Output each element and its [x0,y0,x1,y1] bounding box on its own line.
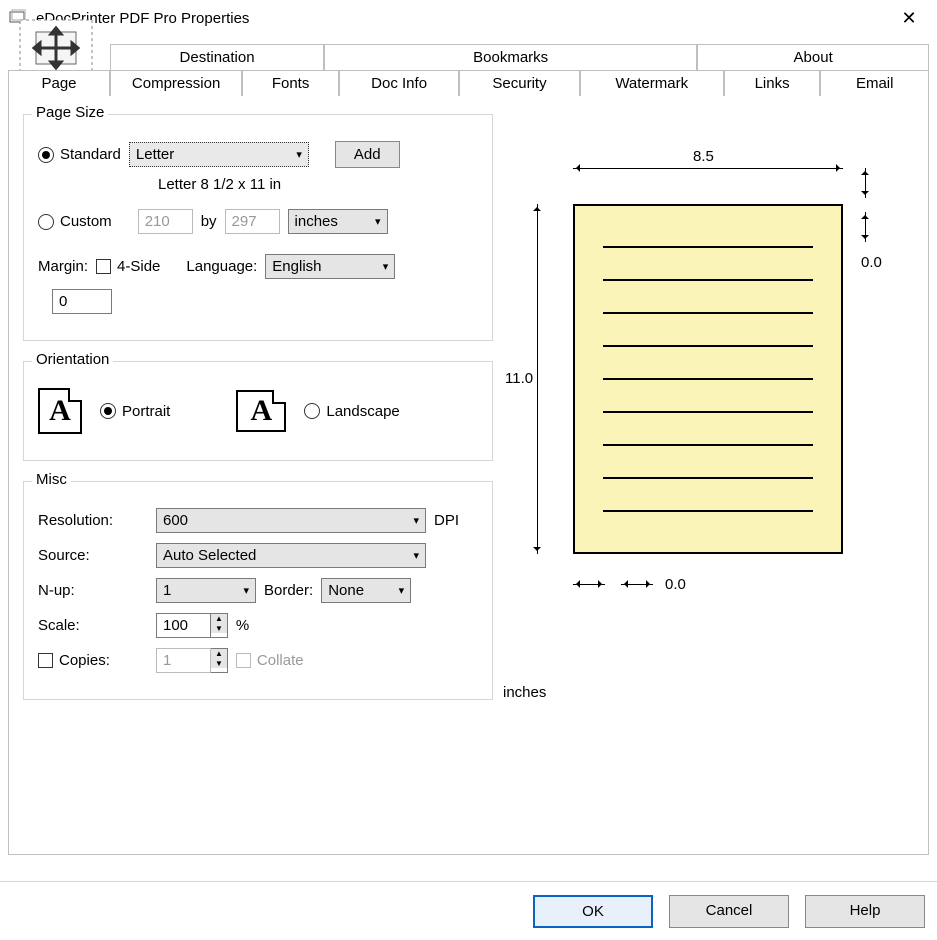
tab-page[interactable]: Page [8,70,110,96]
tab-watermark[interactable]: Watermark [580,70,724,96]
border-label: Border: [264,582,313,599]
select-language[interactable]: English▾ [265,254,395,279]
custom-height-input[interactable]: 297 [225,209,280,234]
legend-misc: Misc [32,471,71,488]
margin-label: Margin: [38,258,88,275]
tab-links[interactable]: Links [724,70,821,96]
language-label: Language: [186,258,257,275]
percent-label: % [236,617,249,634]
select-resolution[interactable]: 600▾ [156,508,426,533]
select-unit[interactable]: inches▾ [288,209,388,234]
chevron-down-icon: ▾ [413,549,419,562]
scale-label: Scale: [38,617,148,634]
group-misc: Misc Resolution: 600▾ DPI Source: Auto S… [23,481,493,700]
portrait-icon: A [38,388,82,434]
margin-input[interactable]: 0 [52,289,112,314]
radio-custom[interactable]: Custom [38,213,112,230]
source-label: Source: [38,547,148,564]
tab-bookmarks[interactable]: Bookmarks [324,44,697,70]
tab-docinfo[interactable]: Doc Info [339,70,459,96]
custom-width-input[interactable]: 210 [138,209,193,234]
ok-button[interactable]: OK [533,895,653,928]
preview-page [573,204,843,554]
margin-left-arrow [573,584,605,585]
select-nup[interactable]: 1▾ [156,578,256,603]
select-source[interactable]: Auto Selected▾ [156,543,426,568]
add-button[interactable]: Add [335,141,400,168]
titlebar: eDocPrinter PDF Pro Properties ✕ [0,0,937,36]
legend-orientation: Orientation [32,351,113,368]
margin-h-label: 0.0 [665,576,686,593]
tab-compression[interactable]: Compression [110,70,242,96]
chevron-down-icon: ▾ [383,260,389,273]
group-orientation: Orientation A Portrait A Landscape [23,361,493,461]
separator [0,881,937,882]
radio-portrait[interactable]: Portrait [100,403,170,420]
chevron-down-icon: ▼ [211,659,227,669]
margin-v-label: 0.0 [861,254,882,271]
chevron-down-icon: ▾ [399,584,405,597]
chevron-down-icon: ▾ [375,215,381,228]
margin-left-arrow-in [621,584,653,585]
scale-spinner[interactable]: 100 ▲▼ [156,613,228,638]
radio-standard[interactable]: Standard [38,146,121,163]
help-button[interactable]: Help [805,895,925,928]
group-pagesize: Page Size Standard Letter▾ Add Letter 8 … [23,114,493,341]
margin-top-arrow [865,168,866,198]
checkbox-copies[interactable]: Copies: [38,652,148,669]
close-button[interactable]: ✕ [889,8,929,29]
resolution-label: Resolution: [38,512,148,529]
height-label: 11.0 [505,370,533,387]
radio-landscape[interactable]: Landscape [304,403,399,420]
select-border[interactable]: None▾ [321,578,411,603]
by-label: by [201,213,217,230]
cancel-button[interactable]: Cancel [669,895,789,928]
chevron-down-icon: ▾ [413,514,419,527]
select-paper-size[interactable]: Letter▾ [129,142,309,167]
tab-email[interactable]: Email [820,70,929,96]
chevron-down-icon: ▼ [211,624,227,634]
width-dimension-arrow [573,168,843,169]
page-preview: 8.5 11.0 0.0 0.0 [503,134,883,654]
window-title: eDocPrinter PDF Pro Properties [36,10,889,27]
nup-label: N-up: [38,582,148,599]
checkbox-4side[interactable]: 4-Side [96,258,160,275]
margin-top-arrow-in [865,212,866,242]
tab-security[interactable]: Security [459,70,579,96]
tab-destination[interactable]: Destination [110,44,324,70]
tab-about[interactable]: About [697,44,929,70]
copies-spinner[interactable]: 1 ▲▼ [156,648,228,673]
chevron-up-icon: ▲ [211,649,227,659]
dpi-label: DPI [434,512,459,529]
chevron-up-icon: ▲ [211,614,227,624]
dialog-buttons: OK Cancel Help [533,895,925,928]
tab-panel-page: Page Size Standard Letter▾ Add Letter 8 … [8,95,929,855]
tab-control: Destination Bookmarks About Page Compres… [8,44,929,855]
chevron-down-icon: ▾ [243,584,249,597]
landscape-icon: A [236,390,286,432]
preview-unit-label: inches [503,684,914,701]
tab-fonts[interactable]: Fonts [242,70,339,96]
height-dimension-arrow [537,204,538,554]
paper-size-desc: Letter 8 1/2 x 11 in [158,176,281,193]
checkbox-collate[interactable]: Collate [236,652,304,669]
width-label: 8.5 [693,148,714,165]
legend-pagesize: Page Size [32,104,108,121]
chevron-down-icon: ▾ [296,148,302,161]
